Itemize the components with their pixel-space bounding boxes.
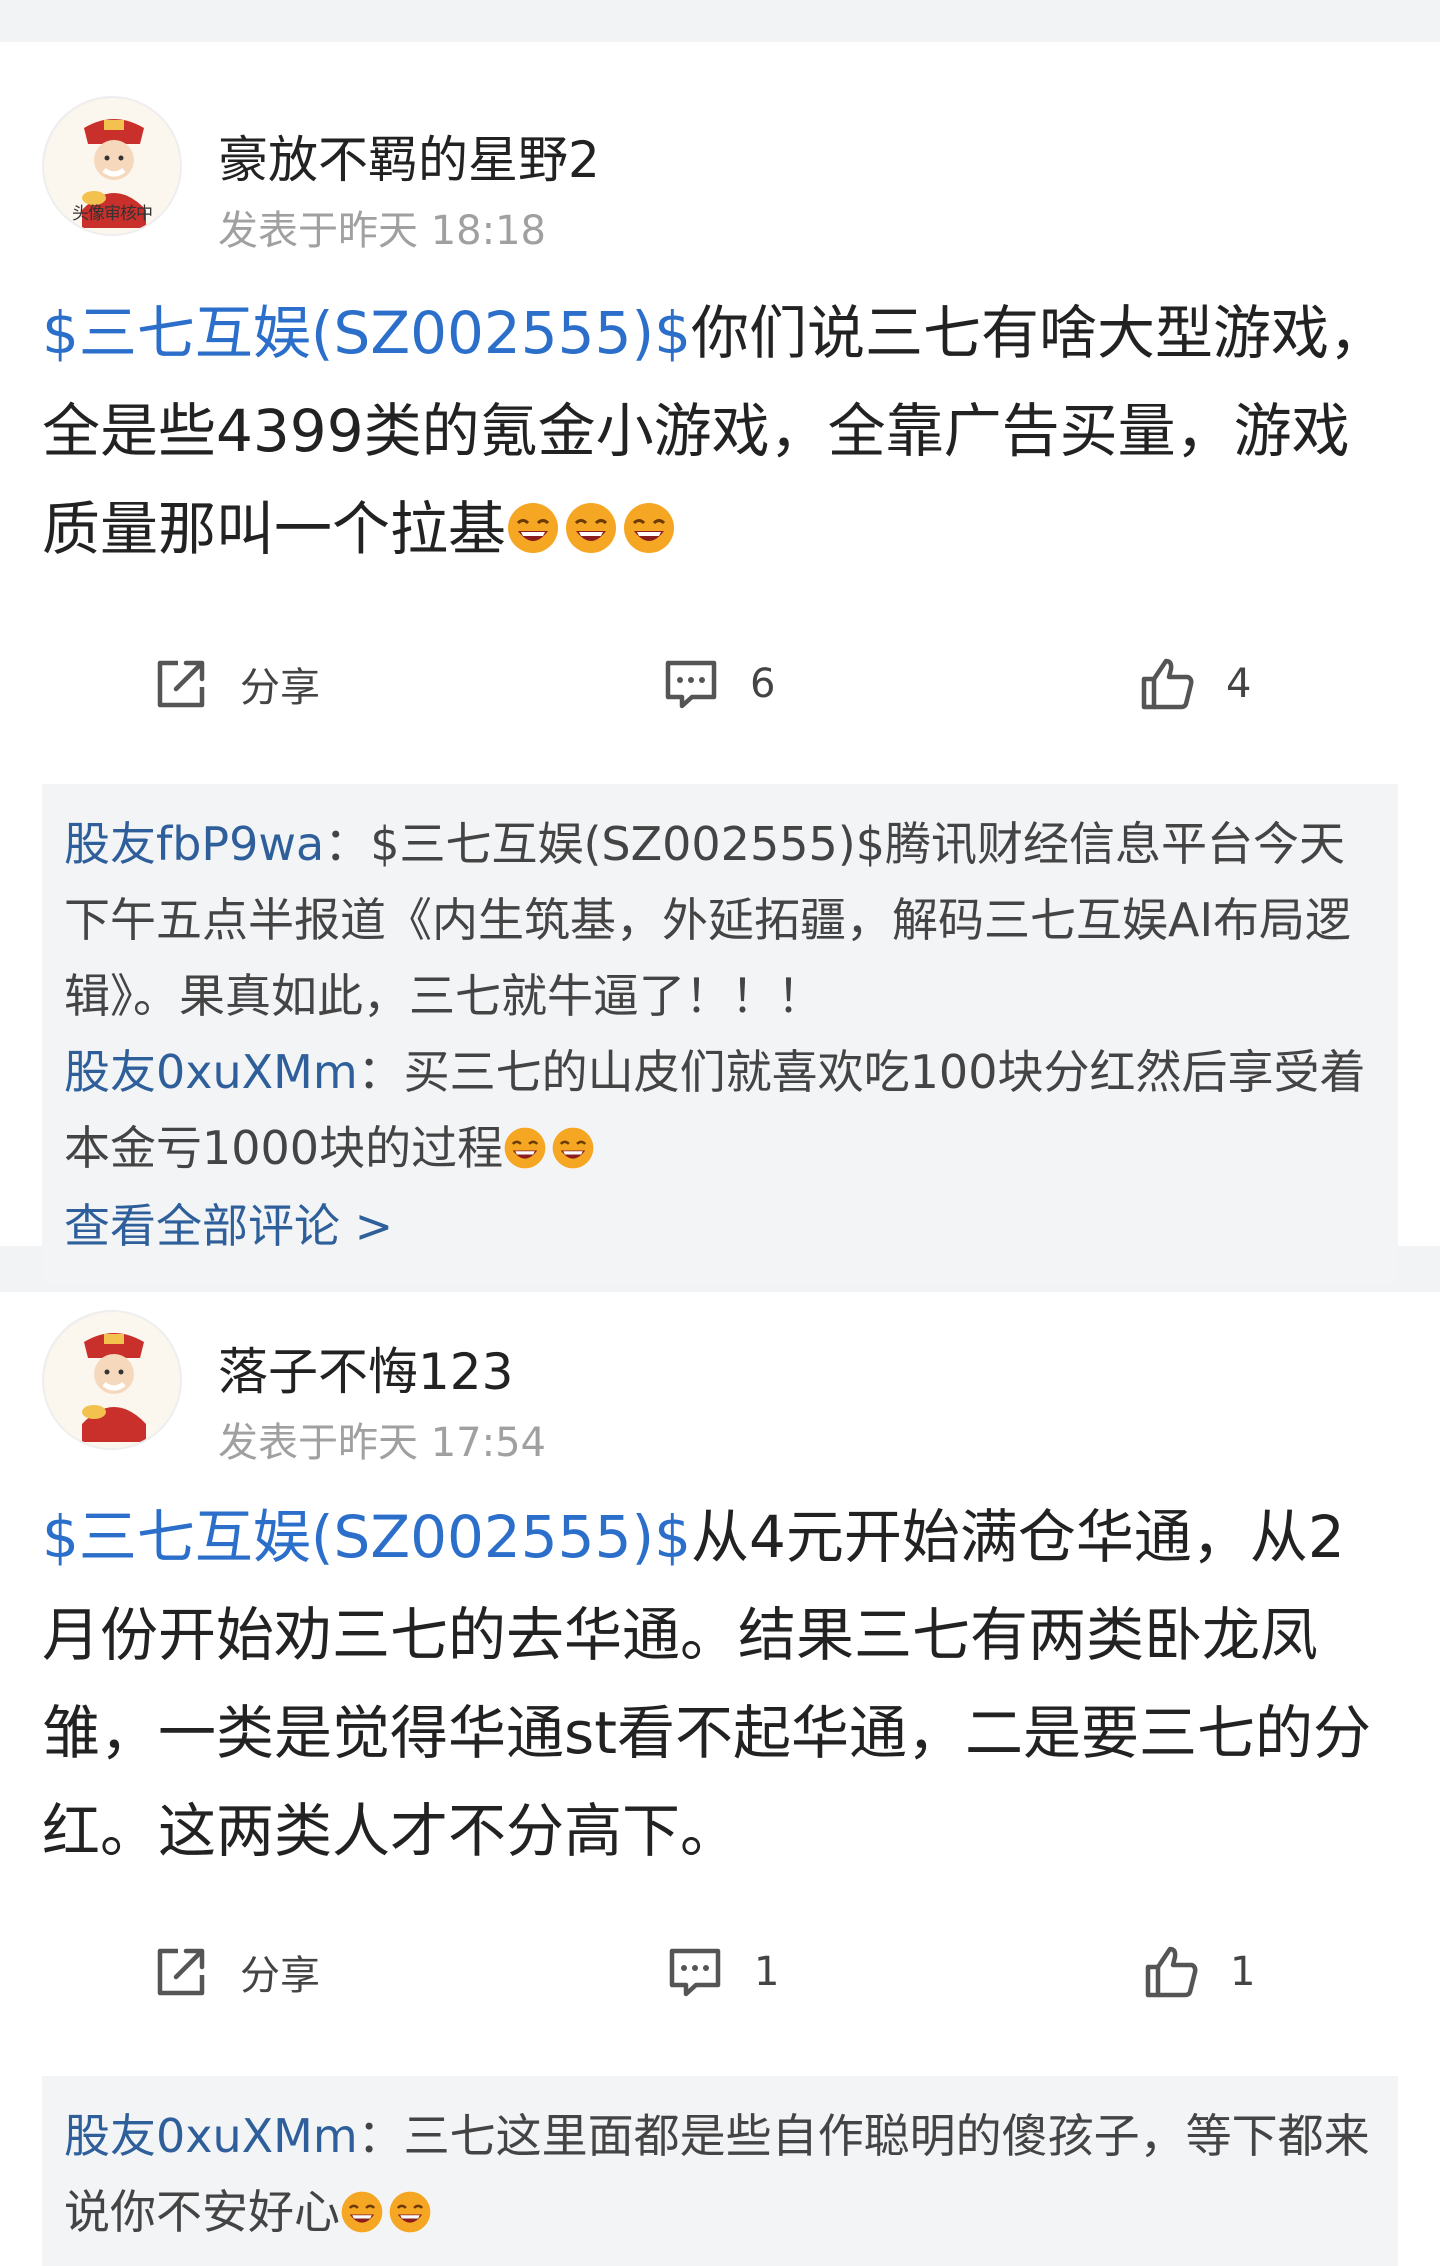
laughing-emoji-icon bbox=[551, 1121, 599, 1175]
commenter-name[interactable]: 股友0xuXMm bbox=[64, 1045, 358, 1099]
laughing-emoji-icon bbox=[564, 495, 622, 563]
laughing-emoji-icon bbox=[340, 2185, 388, 2239]
comment-separator: ： bbox=[324, 817, 371, 871]
post-actions: 分享 6 4 bbox=[0, 618, 1440, 750]
view-all-comments-link[interactable]: 查看全部评论 > bbox=[64, 1186, 1376, 1266]
post-header: 落子不悔123 发表于昨天 17:54 bbox=[0, 1292, 1440, 1466]
comment-count: 6 bbox=[750, 661, 776, 707]
post-body[interactable]: $三七互娱(SZ002555)$从4元开始满仓华通，从2月份开始劝三七的去华通。… bbox=[0, 1442, 1440, 1880]
post-card: 落子不悔123 发表于昨天 17:54 $三七互娱(SZ002555)$从4元开… bbox=[0, 1292, 1440, 2266]
avatar[interactable]: 头像审核中 bbox=[42, 96, 182, 236]
like-count: 1 bbox=[1230, 1949, 1256, 1995]
comment-icon bbox=[665, 660, 717, 709]
post-timestamp: 发表于昨天 18:18 bbox=[218, 208, 546, 254]
comment-item[interactable]: 股友0xuXMm：三七这里面都是些自作聪明的傻孩子，等下都来说你不安好心 bbox=[64, 2098, 1376, 2250]
laughing-emoji-icon bbox=[622, 495, 680, 563]
thumbs-up-icon bbox=[1145, 1946, 1198, 1998]
avatar[interactable] bbox=[42, 1310, 182, 1450]
thumbs-up-icon bbox=[1141, 658, 1194, 710]
stock-tag-link[interactable]: $三七互娱(SZ002555)$ bbox=[42, 1503, 691, 1571]
comment-separator: ： bbox=[357, 2109, 404, 2163]
share-label: 分享 bbox=[240, 1953, 320, 1999]
share-icon bbox=[157, 660, 205, 708]
laughing-emoji-icon bbox=[503, 1121, 551, 1175]
comment-button[interactable]: 1 bbox=[666, 1906, 779, 2038]
commenter-name[interactable]: 股友0xuXMm bbox=[64, 2109, 358, 2163]
commenter-name[interactable]: 股友fbP9wa bbox=[64, 817, 324, 871]
like-count: 4 bbox=[1226, 661, 1252, 707]
comment-icon bbox=[669, 1948, 721, 1997]
avatar-caption: 头像审核中 bbox=[72, 204, 153, 224]
comments-preview: 股友0xuXMm：三七这里面都是些自作聪明的傻孩子，等下都来说你不安好心 bbox=[42, 2076, 1398, 2266]
comment-separator: ： bbox=[357, 1045, 404, 1099]
share-icon bbox=[157, 1948, 205, 1996]
like-button[interactable]: 4 bbox=[1138, 618, 1251, 750]
like-button[interactable]: 1 bbox=[1142, 1906, 1255, 2038]
fortune-god-avatar-icon bbox=[44, 1312, 180, 1448]
post-actions: 分享 1 1 bbox=[0, 1906, 1440, 2038]
post-timestamp: 发表于昨天 17:54 bbox=[218, 1420, 546, 1466]
share-label: 分享 bbox=[240, 665, 320, 711]
username[interactable]: 落子不悔123 bbox=[218, 1342, 513, 1402]
comment-item[interactable]: 股友fbP9wa：$三七互娱(SZ002555)$腾讯财经信息平台今天下午五点半… bbox=[64, 806, 1376, 1034]
top-strip bbox=[0, 0, 1440, 42]
stock-tag-link[interactable]: $三七互娱(SZ002555)$ bbox=[42, 299, 691, 367]
post-body[interactable]: $三七互娱(SZ002555)$你们说三七有啥大型游戏，全是些4399类的氪金小… bbox=[0, 232, 1440, 578]
share-button[interactable]: 分享 bbox=[152, 618, 320, 750]
comment-item[interactable]: 股友0xuXMm：买三七的山皮们就喜欢吃100块分红然后享受着本金亏1000块的… bbox=[64, 1034, 1376, 1186]
comments-preview: 股友fbP9wa：$三七互娱(SZ002555)$腾讯财经信息平台今天下午五点半… bbox=[42, 784, 1398, 1284]
post-header: 头像审核中 豪放不羁的星野2 发表于昨天 18:18 bbox=[0, 42, 1440, 254]
laughing-emoji-icon bbox=[506, 495, 564, 563]
comment-count: 1 bbox=[754, 1949, 780, 1995]
comment-button[interactable]: 6 bbox=[662, 618, 775, 750]
post-card: 头像审核中 豪放不羁的星野2 发表于昨天 18:18 $三七互娱(SZ00255… bbox=[0, 42, 1440, 1284]
username[interactable]: 豪放不羁的星野2 bbox=[218, 130, 600, 190]
share-button[interactable]: 分享 bbox=[152, 1906, 320, 2038]
laughing-emoji-icon bbox=[388, 2185, 436, 2239]
